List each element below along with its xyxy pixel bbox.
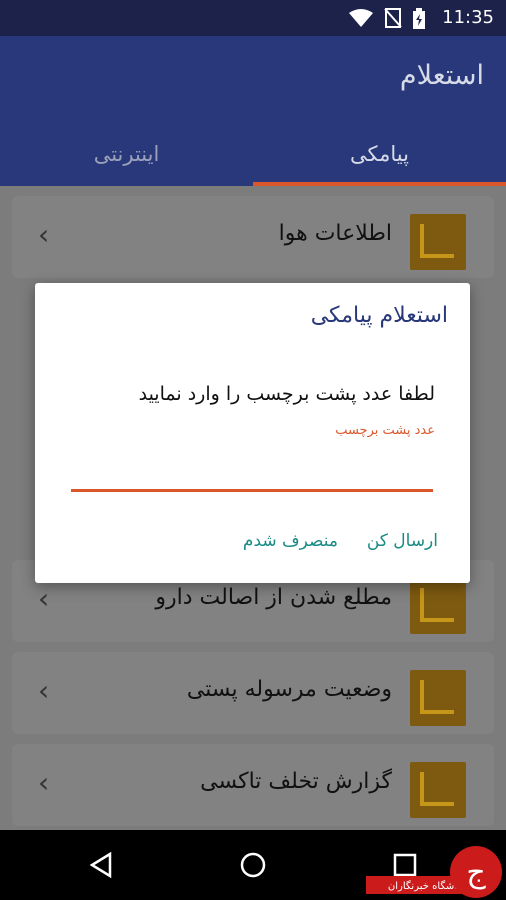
dialog-title: استعلام پیامکی	[310, 303, 448, 328]
list-item-label: اطلاعات هوا	[278, 221, 392, 246]
message-icon	[410, 762, 466, 818]
chevron-left-icon: ‹	[38, 674, 50, 707]
send-button[interactable]: ارسال کن	[367, 531, 438, 551]
battery-charging-icon	[413, 8, 425, 29]
chevron-left-icon: ‹	[38, 766, 50, 799]
tab-sms-label: پیامکی	[350, 142, 409, 166]
message-icon	[410, 578, 466, 634]
list-item-weather[interactable]: اطلاعات هوا ‹	[12, 196, 494, 278]
no-sim-icon	[384, 8, 402, 28]
svg-text:ج: ج	[466, 855, 486, 890]
tab-internet-label: اینترنتی	[93, 142, 160, 166]
list-item-taxi-report[interactable]: گزارش تخلف تاکسی ‹	[12, 744, 494, 826]
tab-sms[interactable]: پیامکی	[253, 134, 506, 186]
tab-internet[interactable]: اینترنتی	[0, 134, 253, 186]
message-icon	[410, 214, 466, 270]
list-item-postal-status[interactable]: وضعیت مرسوله پستی ‹	[12, 652, 494, 734]
wifi-icon	[349, 9, 373, 27]
chevron-left-icon: ‹	[38, 582, 50, 615]
dialog-message: لطفا عدد پشت برچسب را وارد نمایید	[138, 383, 435, 405]
message-icon	[410, 670, 466, 726]
home-icon[interactable]	[238, 850, 268, 880]
list-item-label: گزارش تخلف تاکسی	[200, 769, 392, 794]
back-icon[interactable]	[86, 850, 116, 880]
watermark-logo: باشگاه خبرنگاران ج	[366, 846, 502, 898]
list-item-label: مطلع شدن از اصالت دارو	[155, 585, 392, 610]
status-icons	[348, 8, 426, 30]
svg-text:باشگاه خبرنگاران: باشگاه خبرنگاران	[388, 880, 460, 892]
app-title: استعلام	[399, 60, 484, 91]
cancel-button[interactable]: منصرف شدم	[243, 531, 338, 551]
list-item-label: وضعیت مرسوله پستی	[186, 677, 392, 702]
chevron-left-icon: ‹	[38, 218, 50, 251]
clock: 11:35	[442, 7, 494, 28]
label-number-input[interactable]	[71, 489, 433, 492]
field-hint: عدد پشت برچسب	[335, 423, 435, 438]
status-bar: 11:35	[0, 0, 506, 36]
sms-inquiry-dialog: استعلام پیامکی لطفا عدد پشت برچسب را وار…	[35, 283, 470, 583]
app-bar: استعلام پیامکی اینترنتی	[0, 36, 506, 186]
